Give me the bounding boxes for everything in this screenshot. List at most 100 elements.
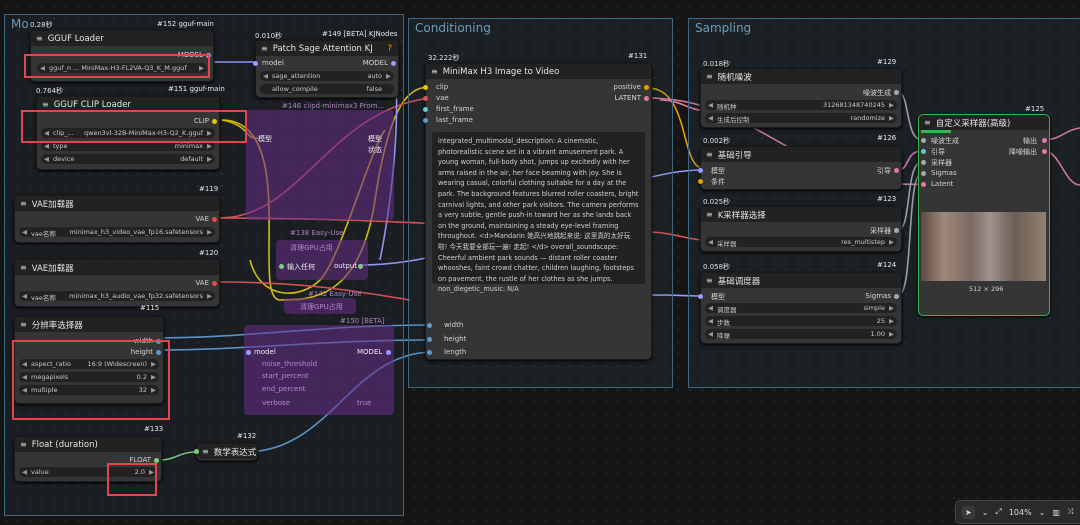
output-socket[interactable] (894, 294, 899, 299)
model-socket[interactable] (698, 168, 703, 173)
menu-icon[interactable]: ≡ (261, 44, 268, 53)
arrow-right-icon[interactable]: ▶ (889, 304, 894, 312)
first-frame-socket[interactable] (423, 107, 428, 112)
link-visibility-icon[interactable]: ⤨ (1067, 507, 1073, 517)
arrow-right-icon[interactable]: ▶ (889, 238, 894, 246)
random-noise-node[interactable]: ≡ 随机噪波 噪波生成 ◀ 随机种 312681348740245 ▶ ◀ 生成后控制 ra… (700, 68, 902, 128)
clear-in-socket[interactable] (279, 264, 284, 269)
arrow-left-icon[interactable]: ◀ (44, 142, 49, 150)
lora-out-socket[interactable] (386, 350, 391, 355)
arrow-left-icon[interactable]: ◀ (22, 468, 27, 476)
output-socket[interactable] (894, 228, 899, 233)
sigmas-socket[interactable] (921, 171, 926, 176)
output-socket[interactable] (894, 90, 899, 95)
arrow-left-icon[interactable]: ◀ (708, 238, 713, 246)
menu-icon[interactable]: ≡ (20, 440, 27, 449)
positive-socket[interactable] (644, 85, 649, 90)
length-socket[interactable] (427, 350, 432, 355)
vae-name-widget[interactable]: ◀ vae名称 minimax_h3_audio_vae_fp32.safetens… (19, 291, 215, 302)
bypassed-prompt-node[interactable] (246, 110, 394, 220)
vae-name-widget[interactable]: ◀ vae名称 minimax_h3_video_vae_fp16.safetens… (19, 227, 215, 238)
vae-audio-node[interactable]: ≡ VAE加载器 VAE ◀ vae名称 minimax_h3_audio_vae_f… (14, 259, 220, 307)
control-after-generate-widget[interactable]: ◀ 生成后控制 randomize ▶ (705, 113, 897, 124)
menu-icon[interactable]: ≡ (20, 320, 27, 329)
sampler-socket[interactable] (921, 160, 926, 165)
arrow-right-icon[interactable]: ▶ (889, 330, 894, 338)
output-socket[interactable] (212, 217, 217, 222)
fit-view-icon[interactable]: ⤢ (995, 507, 1001, 517)
vae-video-node[interactable]: ≡ VAE加载器 VAE ◀ vae名称 minimax_h3_video_vae_f… (14, 195, 220, 243)
output-socket[interactable] (1042, 138, 1047, 143)
menu-icon[interactable]: ≡ (706, 72, 713, 81)
output-socket[interactable] (894, 168, 899, 173)
arrow-right-icon[interactable]: ▶ (207, 228, 212, 236)
sage-attention-widget[interactable]: ◀ sage_attention auto ▶ (260, 71, 394, 81)
minimax-i2v-node[interactable]: ≡ MiniMax H3 Image to Video clip vae firs… (423, 63, 652, 360)
seed-widget[interactable]: ◀ 随机种 312681348740245 ▶ (705, 100, 897, 111)
arrow-right-icon[interactable]: ▶ (207, 155, 212, 163)
arrow-right-icon[interactable]: ▶ (889, 317, 894, 325)
vae-socket[interactable] (423, 96, 428, 101)
clear-out-socket[interactable] (358, 264, 363, 269)
latent-socket[interactable] (644, 96, 649, 101)
conditioning-socket[interactable] (698, 179, 703, 184)
select-tool-icon[interactable]: ➤ (962, 505, 975, 519)
output-socket[interactable] (391, 61, 396, 66)
last-frame-socket[interactable] (423, 118, 428, 123)
sampler-name-widget[interactable]: ◀ 采样器 res_multistep ▶ (705, 237, 897, 248)
menu-icon[interactable]: ≡ (20, 199, 27, 208)
widget-label: 采样器 (717, 240, 737, 248)
math-expression-node[interactable]: ≡ 数学表达式 (194, 443, 258, 461)
chevron-down-icon[interactable]: ⌄ (982, 508, 989, 517)
basic-guider-node[interactable]: ≡ 基础引导 模型 条件 引导 (698, 146, 902, 190)
arrow-left-icon[interactable]: ◀ (22, 292, 27, 300)
input-socket[interactable] (253, 61, 258, 66)
menu-icon[interactable]: ≡ (36, 34, 43, 43)
ksampler-select-node[interactable]: ≡ K采样器选择 采样器 ◀ 采样器 res_multistep ▶ (700, 206, 902, 252)
minimap-icon[interactable]: ▥ (1052, 508, 1060, 517)
denoised-output-socket[interactable] (1042, 149, 1047, 154)
menu-icon[interactable]: ≡ (42, 100, 49, 109)
height-socket[interactable] (427, 337, 432, 342)
arrow-left-icon[interactable]: ◀ (708, 330, 713, 338)
steps-widget[interactable]: ◀ 步数 25 ▶ (705, 316, 897, 327)
menu-icon[interactable]: ≡ (706, 210, 713, 219)
menu-icon[interactable]: ≡ (202, 447, 209, 456)
noise-socket[interactable] (921, 138, 926, 143)
arrow-right-icon[interactable]: ▶ (207, 292, 212, 300)
zoom-level[interactable]: 104% (1009, 508, 1032, 517)
menu-icon[interactable]: ≡ (431, 67, 438, 76)
chevron-down-icon[interactable]: ⌄ (1039, 508, 1046, 517)
menu-icon[interactable]: ≡ (20, 263, 27, 272)
scheduler-widget[interactable]: ◀ 调度器 simple ▶ (705, 303, 897, 314)
arrow-left-icon[interactable]: ◀ (708, 114, 713, 122)
menu-icon[interactable]: ≡ (924, 118, 931, 127)
latent-in-socket[interactable] (921, 182, 926, 187)
clip-socket[interactable] (423, 85, 428, 90)
output-socket[interactable] (212, 281, 217, 286)
input-socket[interactable] (194, 449, 199, 454)
allow-compile-widget[interactable]: allow_compile false (260, 84, 394, 94)
basic-scheduler-node[interactable]: ≡ 基础调度器 模型 Sigmas ◀ 调度器 simple ▶ ◀ 步数 25 ▶ ◀ 降噪 1… (698, 272, 902, 344)
prompt-textarea[interactable]: integrated_multimodal_description: A cin… (432, 132, 645, 293)
arrow-right-icon[interactable]: ▶ (889, 114, 894, 122)
patch-sage-node[interactable]: ≡ Patch Sage Attention KJ? model MODEL ◀ s… (253, 40, 399, 98)
lora-in-socket[interactable] (246, 350, 251, 355)
arrow-left-icon[interactable]: ◀ (22, 228, 27, 236)
width-socket[interactable] (427, 323, 432, 328)
menu-icon[interactable]: ≡ (706, 150, 713, 159)
arrow-right-icon[interactable]: ▶ (386, 72, 391, 80)
arrow-left-icon[interactable]: ◀ (708, 101, 713, 109)
arrow-right-icon[interactable]: ▶ (207, 142, 212, 150)
guider-socket[interactable] (921, 149, 926, 154)
arrow-right-icon[interactable]: ▶ (889, 101, 894, 109)
help-icon[interactable]: ? (387, 44, 392, 54)
denoise-widget[interactable]: ◀ 降噪 1.00 ▶ (705, 329, 897, 340)
arrow-left-icon[interactable]: ◀ (708, 304, 713, 312)
device-widget[interactable]: ◀ device default ▶ (41, 154, 215, 164)
arrow-left-icon[interactable]: ◀ (708, 317, 713, 325)
arrow-left-icon[interactable]: ◀ (263, 72, 268, 80)
arrow-left-icon[interactable]: ◀ (44, 155, 49, 163)
menu-icon[interactable]: ≡ (706, 276, 713, 285)
model-socket[interactable] (698, 294, 703, 299)
